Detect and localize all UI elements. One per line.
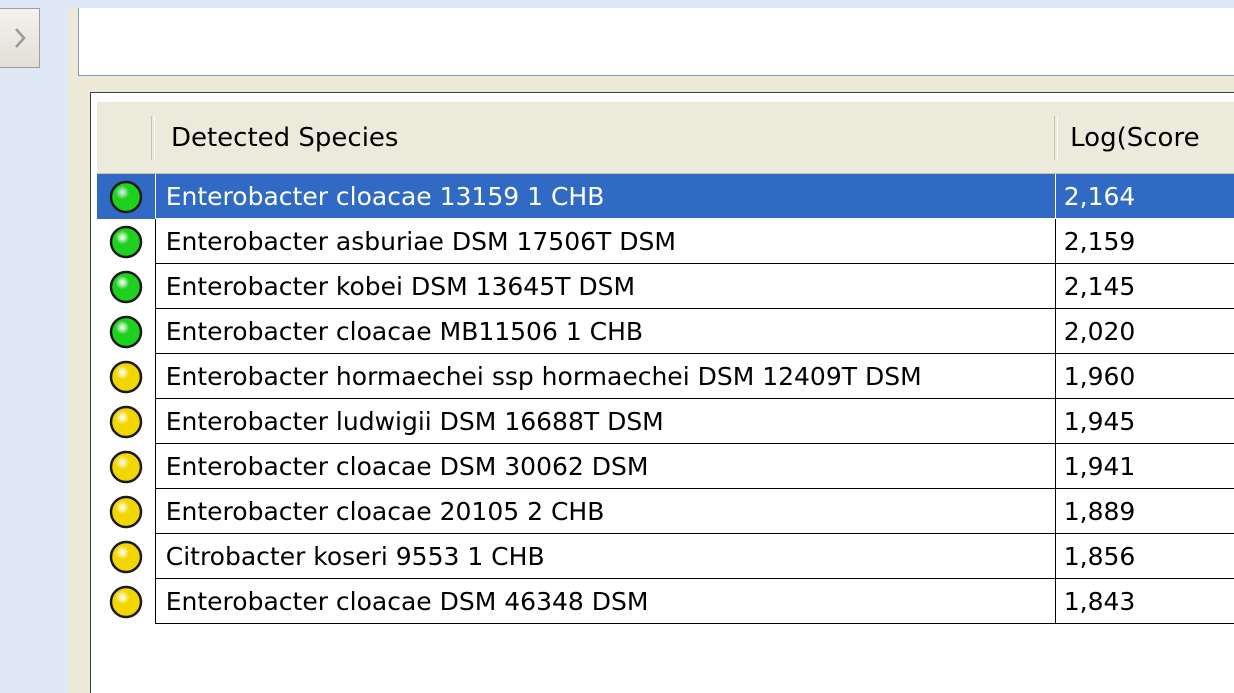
species-cell: Enterobacter cloacae MB11506 1 CHB — [154, 309, 1055, 354]
column-header-log-score[interactable]: Log(Score — [1054, 102, 1234, 173]
status-cell — [97, 219, 155, 264]
status-cell — [97, 354, 155, 399]
column-header-status[interactable] — [97, 102, 151, 173]
list-header: Detected Species Log(Score — [97, 102, 1234, 174]
table-row[interactable]: Citrobacter koseri 9553 1 CHB 1,856 — [97, 534, 1234, 579]
species-cell: Enterobacter cloacae 20105 2 CHB — [154, 489, 1055, 534]
table-row[interactable]: Enterobacter kobei DSM 13645T DSM 2,145 — [97, 264, 1234, 309]
column-header-detected-species[interactable]: Detected Species — [150, 102, 1054, 173]
score-cell: 1,945 — [1054, 399, 1234, 444]
list-content: Detected Species Log(Score Enterobacter … — [97, 102, 1234, 693]
column-separator[interactable] — [150, 116, 155, 160]
score-cell: 1,941 — [1054, 444, 1234, 489]
table-row[interactable]: Enterobacter cloacae DSM 46348 DSM 1,843 — [97, 579, 1234, 624]
table-row[interactable]: Enterobacter cloacae 20105 2 CHB 1,889 — [97, 489, 1234, 534]
column-header-label: Log(Score — [1070, 122, 1200, 153]
status-cell — [97, 264, 155, 309]
table-row[interactable]: Enterobacter cloacae MB11506 1 CHB 2,020 — [97, 309, 1234, 354]
score-cell: 1,843 — [1054, 579, 1234, 624]
list-rows: Enterobacter cloacae 13159 1 CHB 2,164 Ent… — [97, 174, 1234, 624]
species-cell: Enterobacter asburiae DSM 17506T DSM — [154, 219, 1055, 264]
results-panel: Detected Species Log(Score Enterobacter … — [68, 8, 1234, 693]
species-cell: Citrobacter koseri 9553 1 CHB — [154, 534, 1055, 579]
green-status-icon — [109, 225, 143, 258]
yellow-status-icon — [109, 360, 143, 393]
species-cell: Enterobacter ludwigii DSM 16688T DSM — [154, 399, 1055, 444]
table-row[interactable]: Enterobacter asburiae DSM 17506T DSM 2,15… — [97, 219, 1234, 264]
yellow-status-icon — [109, 495, 143, 528]
yellow-status-icon — [109, 585, 143, 618]
green-status-icon — [109, 315, 143, 348]
top-text-area[interactable] — [78, 8, 1234, 76]
status-cell — [97, 579, 155, 624]
expand-panel-button[interactable] — [0, 8, 40, 68]
score-cell: 1,889 — [1054, 489, 1234, 534]
yellow-status-icon — [109, 450, 143, 483]
chevron-right-icon — [14, 28, 26, 48]
yellow-status-icon — [109, 540, 143, 573]
score-cell: 2,164 — [1054, 174, 1234, 219]
status-cell — [97, 309, 155, 354]
score-cell: 2,020 — [1054, 309, 1234, 354]
table-row[interactable]: Enterobacter ludwigii DSM 16688T DSM 1,94… — [97, 399, 1234, 444]
species-cell: Enterobacter cloacae 13159 1 CHB — [154, 174, 1055, 219]
column-header-label: Detected Species — [170, 122, 399, 153]
column-separator[interactable] — [1054, 116, 1059, 160]
score-cell: 2,159 — [1054, 219, 1234, 264]
status-cell — [97, 444, 155, 489]
left-sidebar — [0, 0, 68, 693]
species-cell: Enterobacter hormaechei ssp hormaechei D… — [154, 354, 1055, 399]
table-row[interactable]: Enterobacter hormaechei ssp hormaechei D… — [97, 354, 1234, 399]
species-cell: Enterobacter cloacae DSM 46348 DSM — [154, 579, 1055, 624]
green-status-icon — [109, 270, 143, 303]
species-cell: Enterobacter cloacae DSM 30062 DSM — [154, 444, 1055, 489]
status-cell — [97, 534, 155, 579]
status-cell — [97, 174, 155, 219]
species-cell: Enterobacter kobei DSM 13645T DSM — [154, 264, 1055, 309]
status-cell — [97, 489, 155, 534]
green-status-icon — [109, 180, 143, 213]
score-cell: 1,960 — [1054, 354, 1234, 399]
status-cell — [97, 399, 155, 444]
yellow-status-icon — [109, 405, 143, 438]
score-cell: 2,145 — [1054, 264, 1234, 309]
species-list-view[interactable]: Detected Species Log(Score Enterobacter … — [90, 92, 1234, 693]
score-cell: 1,856 — [1054, 534, 1234, 579]
table-row[interactable]: Enterobacter cloacae 13159 1 CHB 2,164 — [97, 174, 1234, 219]
table-row[interactable]: Enterobacter cloacae DSM 30062 DSM 1,941 — [97, 444, 1234, 489]
